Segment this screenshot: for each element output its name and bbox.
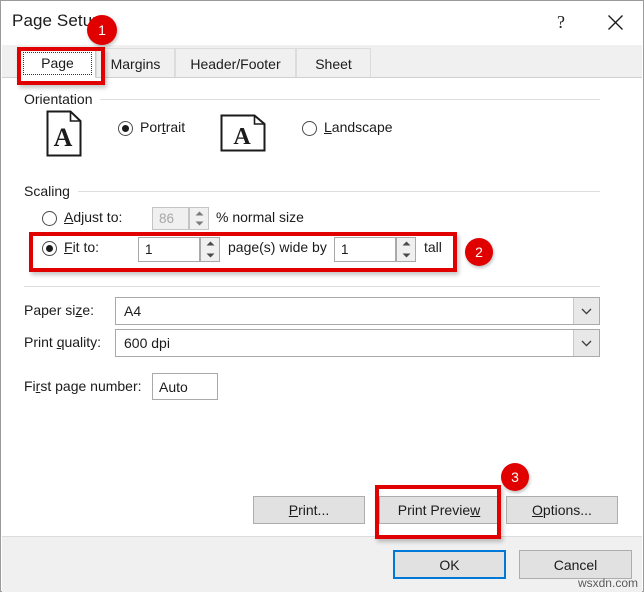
page-setup-dialog: Page Setup ? Page Margins Header/Footer … [0,0,644,592]
adjust-to-stepper-down[interactable] [190,219,208,230]
help-glyph: ? [557,11,565,32]
tab-sheet-label: Sheet [315,55,352,72]
portrait-page-icon: A [46,110,82,157]
options-button-label: Options... [532,502,592,518]
annotation-badge-2: 2 [465,238,493,266]
orientation-group-rule [100,99,600,100]
portrait-radio[interactable] [118,121,133,136]
tab-margins[interactable]: Margins [96,48,175,78]
close-icon[interactable] [593,1,637,43]
ok-button-label: OK [439,556,460,573]
options-button[interactable]: Options... [506,496,618,524]
landscape-radio[interactable] [302,121,317,136]
annotation-box-print-preview [375,485,501,539]
adjust-to-radio[interactable] [42,211,57,226]
print-quality-value: 600 dpi [124,335,170,351]
adjust-to-stepper-up[interactable] [190,208,208,219]
print-quality-combo[interactable]: 600 dpi [115,329,600,357]
annotation-box-fit-to [29,232,457,272]
chevron-down-icon[interactable] [573,330,599,356]
adjust-to-label[interactable]: Adjust to: [64,209,122,225]
adjust-to-value: 86 [159,211,175,226]
help-icon[interactable]: ? [539,1,583,43]
first-page-number-label: First page number: [24,378,142,394]
tab-sheet[interactable]: Sheet [296,48,371,78]
cancel-button[interactable]: Cancel [519,550,632,579]
svg-text:A: A [54,123,73,152]
first-page-number-input[interactable]: Auto [152,373,218,400]
first-page-number-value: Auto [159,378,188,395]
annotation-box-page-tab [17,47,105,85]
portrait-label[interactable]: Portrait [140,119,185,135]
tab-header-footer[interactable]: Header/Footer [175,48,296,78]
cancel-button-label: Cancel [553,556,598,573]
scaling-group-label: Scaling [24,183,76,199]
landscape-page-icon: A [220,114,266,152]
paper-size-label: Paper size: [24,302,95,318]
page-tab-panel: Orientation A Portrait A Landscape Scali… [2,77,642,536]
tab-header-footer-label: Header/Footer [190,55,281,72]
adjust-to-stepper[interactable] [189,207,209,230]
chevron-down-icon[interactable] [573,298,599,324]
watermark: wsxdn.com [577,576,638,590]
ok-button[interactable]: OK [393,550,506,579]
tab-margins-label: Margins [110,55,161,72]
svg-text:A: A [233,124,251,150]
paper-size-combo[interactable]: A4 [115,297,600,325]
annotation-badge-3: 3 [501,463,529,491]
scaling-bottom-rule [24,286,600,287]
paper-size-value: A4 [124,303,142,319]
print-quality-label: Print quality: [24,334,102,350]
orientation-group-label: Orientation [24,91,99,107]
print-button-label: Print... [288,502,330,518]
landscape-label[interactable]: Landscape [324,119,393,135]
scaling-group-rule [78,191,600,192]
annotation-badge-1: 1 [87,15,117,45]
print-button[interactable]: Print... [253,496,365,524]
adjust-to-input[interactable]: 86 [152,207,189,230]
dialog-footer: OK Cancel [2,536,642,592]
adjust-to-unit: % normal size [216,209,304,225]
